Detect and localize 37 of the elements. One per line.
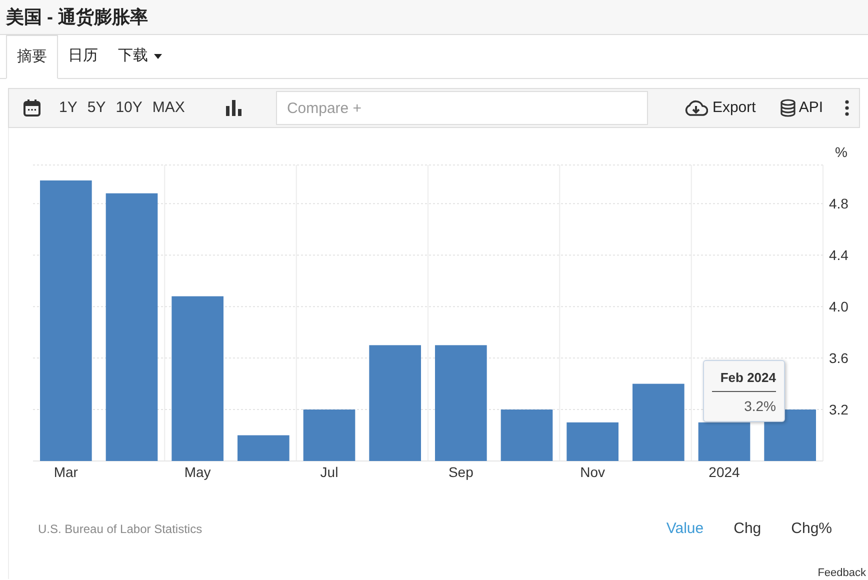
api-button[interactable]: API <box>780 96 823 120</box>
calendar-icon[interactable] <box>23 99 41 117</box>
range-button[interactable]: 1Y <box>59 96 78 120</box>
y-axis-label: 4.0 <box>829 298 848 315</box>
tooltip-value: 3.2% <box>744 396 776 416</box>
range-button[interactable]: 5Y <box>87 96 106 120</box>
x-axis-label: Mar <box>54 464 78 480</box>
more-icon[interactable] <box>845 100 849 116</box>
compare-field[interactable]: Compare + <box>276 91 648 125</box>
export-button[interactable]: Export <box>684 96 756 120</box>
tab[interactable]: 下载 <box>108 34 172 78</box>
x-axis-label: 2024 <box>708 464 740 480</box>
cloud-download-icon <box>684 100 708 116</box>
view-toggle[interactable]: Chg <box>734 518 762 540</box>
bar[interactable] <box>106 193 158 461</box>
feedback-link[interactable]: Feedback <box>818 564 866 580</box>
bar[interactable] <box>698 422 750 461</box>
view-toggle[interactable]: Chg% <box>791 518 832 540</box>
x-axis-label: May <box>184 464 211 480</box>
bar[interactable] <box>764 410 816 461</box>
y-axis-label: 3.2 <box>829 402 848 418</box>
unit-label: % <box>835 144 848 160</box>
page-title: 美国 - 通货膨胀率 <box>6 6 148 28</box>
x-axis-label: Sep <box>448 464 474 480</box>
y-axis-label: 3.6 <box>829 350 848 366</box>
tooltip-title: Feb 2024 <box>712 368 776 392</box>
range-button[interactable]: MAX <box>152 96 185 120</box>
y-axis-label: 4.8 <box>829 196 848 212</box>
tab[interactable]: 日历 <box>58 34 108 78</box>
x-axis-label: Nov <box>580 464 606 480</box>
bar-chart-icon[interactable] <box>224 100 243 116</box>
x-axis-label: Jul <box>320 464 338 480</box>
tab[interactable]: 摘要 <box>6 35 58 79</box>
database-icon <box>780 99 796 117</box>
range-button[interactable]: 10Y <box>116 96 142 120</box>
y-axis-label: 4.4 <box>829 247 848 264</box>
source-text: U.S. Bureau of Labor Statistics <box>38 521 202 538</box>
